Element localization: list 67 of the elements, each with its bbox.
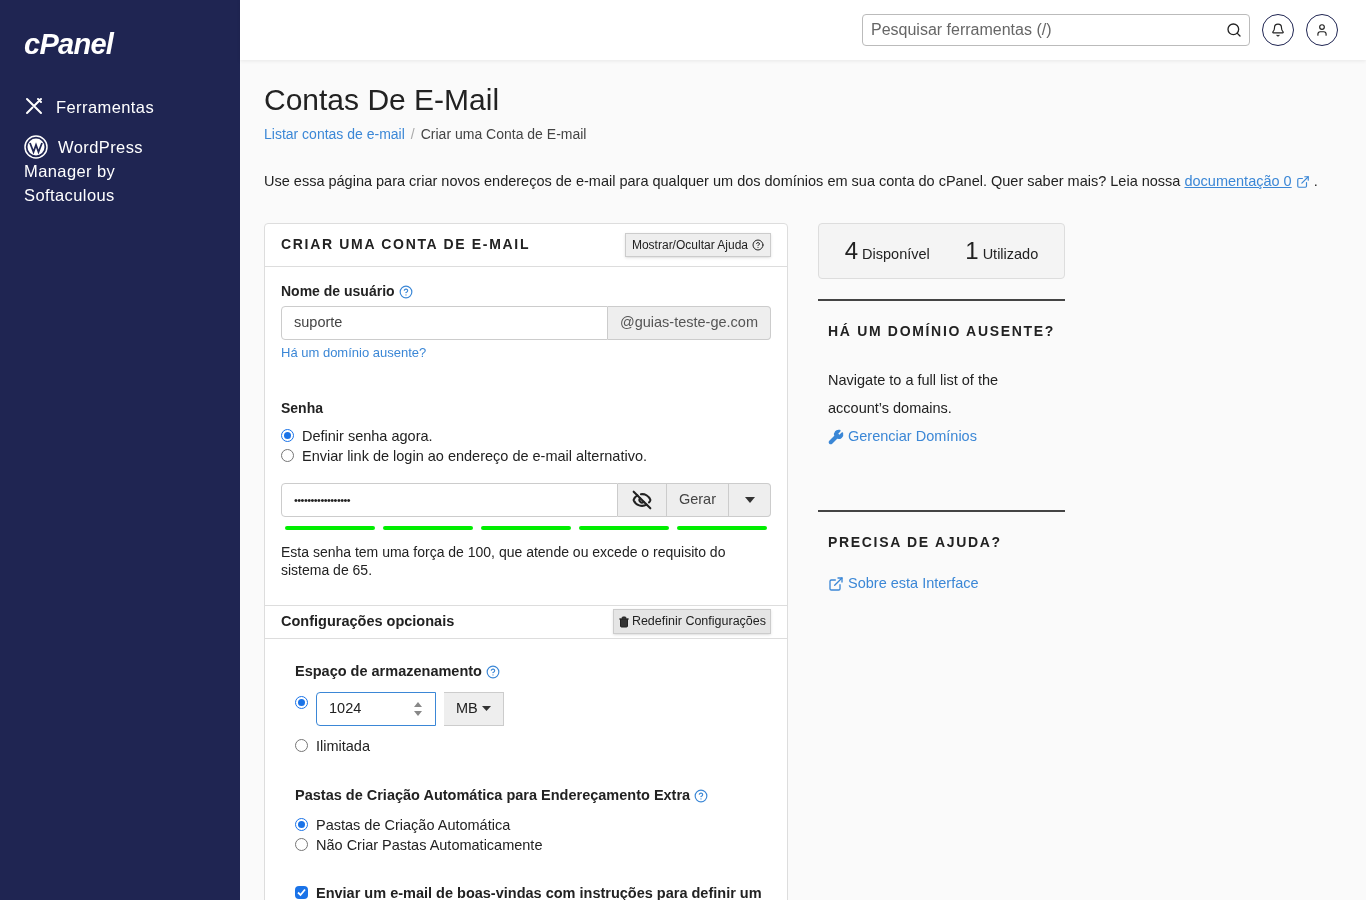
radio-button[interactable]	[281, 429, 294, 443]
search-field[interactable]: Pesquisar ferramentas (/)	[862, 14, 1250, 46]
radio-label: Pastas de Criação Automática	[316, 815, 511, 835]
stat-value: 4	[844, 235, 859, 266]
field-label: Espaço de armazenamento	[295, 661, 482, 681]
documentation-link[interactable]: documentação 0	[1184, 173, 1310, 189]
radio-label: Não Criar Pastas Automaticamente	[316, 835, 543, 855]
password-field[interactable]: •••••••••••••••••	[281, 482, 618, 517]
section-text: Navigate to a full list of the account’s domains.	[828, 370, 1000, 418]
checkbox-label: Enviar um e-mail de boas-vindas com instruções para definir um	[316, 883, 762, 900]
field-label: Pastas de Criação Automática para Endereçamento Extra	[295, 785, 691, 805]
intro-text: Use essa página para criar novos endereços de e-mail para qualquer um dos domínios em sua conta do cPanel. Quer saber mais? Leia nossa documentação 0 .	[264, 172, 1319, 192]
radio-button[interactable]	[281, 449, 294, 463]
breadcrumb-current: Criar uma Conta de E-mail	[420, 125, 587, 144]
search-icon[interactable]	[1226, 22, 1242, 38]
trash-icon	[617, 615, 630, 628]
radio-button[interactable]	[295, 739, 308, 753]
wordpress-icon	[24, 135, 48, 159]
radio-button[interactable]	[295, 818, 308, 832]
help-icon[interactable]	[694, 788, 709, 803]
missing-domain-link[interactable]: Há um domínio ausente?	[281, 343, 427, 362]
checkbox[interactable]	[295, 886, 308, 900]
field-label: Nome de usuário	[281, 282, 395, 302]
sidebar-item[interactable]: Ferramentas	[24, 95, 194, 119]
caret-icon	[744, 496, 755, 503]
stat-label: Utilizado	[982, 244, 1039, 264]
reset-button[interactable]: Redefinir Configurações	[612, 609, 771, 635]
stat-value: 1	[965, 235, 979, 266]
unit-dropdown[interactable]: MB	[444, 691, 504, 726]
quota-field[interactable]: 1024	[316, 691, 436, 726]
user-icon	[1315, 23, 1329, 37]
bell-icon	[1271, 23, 1285, 37]
help-icon[interactable]	[485, 664, 500, 679]
section-title: Configurações opcionais	[281, 611, 455, 631]
spinner-icon[interactable]	[413, 700, 423, 717]
domain-addon: @guias-teste-ge.com	[607, 305, 771, 340]
section-title: PRECISA DE AJUDA?	[828, 532, 1003, 552]
eye-slash-icon	[632, 489, 652, 510]
help-toggle-button[interactable]: Mostrar/Ocultar Ajuda	[624, 232, 771, 257]
breadcrumb-link[interactable]: Listar contas de e-mail	[264, 124, 405, 145]
wrench-icon	[828, 428, 844, 445]
radio-button[interactable]	[295, 838, 308, 852]
tools-icon	[24, 96, 44, 116]
radio-button[interactable]	[295, 695, 308, 709]
caret-icon	[481, 706, 491, 712]
external-link-icon	[828, 575, 844, 592]
manage-domains-link[interactable]: Gerenciar Domínios	[828, 425, 977, 448]
page-title: Contas De E-Mail	[264, 82, 501, 118]
toggle-visibility-button[interactable]	[618, 482, 667, 517]
strength-message: Esta senha tem uma força de 100, que atende ou excede o requisito do sistema de 65.	[281, 542, 727, 579]
username-field[interactable]: suporte	[281, 305, 608, 340]
about-interface-link[interactable]: Sobre esta Interface	[828, 572, 979, 595]
help-icon	[752, 238, 764, 251]
breadcrumb-separator: /	[410, 125, 415, 144]
card-title: CRIAR UMA CONTA DE E-MAIL	[281, 235, 531, 255]
section-title: HÁ UM DOMÍNIO AUSENTE?	[828, 321, 1055, 341]
radio-label: Ilimitada	[316, 736, 370, 756]
logo[interactable]: cPanel	[24, 28, 114, 60]
radio-label: Enviar link de login ao endereço de e-mail alternativo.	[302, 446, 647, 466]
field-label: Senha	[281, 398, 324, 417]
generate-options-button[interactable]	[729, 482, 771, 517]
radio-label: Definir senha agora.	[302, 426, 433, 446]
generate-button[interactable]: Gerar	[667, 482, 729, 517]
stat-label: Disponível	[862, 244, 930, 264]
external-link-icon	[1295, 175, 1310, 190]
help-icon[interactable]	[398, 284, 413, 299]
sidebar-item[interactable]: WordPress Manager by Softaculous	[24, 135, 194, 207]
